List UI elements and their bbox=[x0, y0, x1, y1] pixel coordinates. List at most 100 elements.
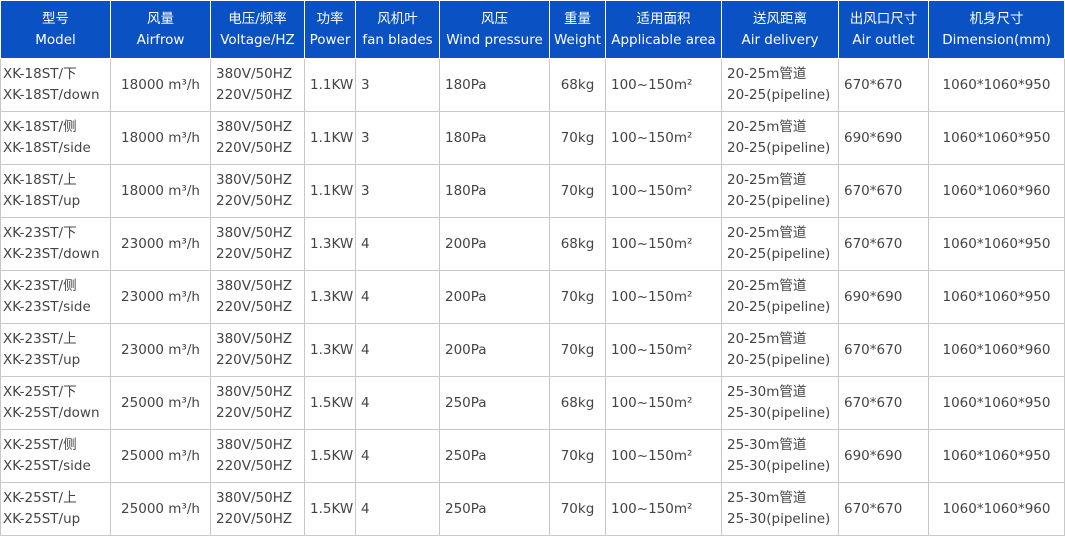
cell-air-outlet: 670*670 bbox=[838, 376, 929, 430]
cell-model-line: XK-23ST/up bbox=[3, 352, 81, 368]
table-row: XK-23ST/上 XK-23ST/up 23000 m³/h 380V/50HZ 22… bbox=[0, 323, 1065, 377]
cell-fan-blades: 4 bbox=[355, 376, 440, 430]
cell-applicable-area: 100~150m² bbox=[605, 482, 722, 536]
cell-air-delivery-line: 20-25m管道 bbox=[727, 331, 807, 347]
cell-wind-pressure: 250Pa bbox=[439, 482, 550, 536]
cell-air-delivery-line: 25-30(pipeline) bbox=[727, 405, 831, 421]
cell-voltage-line: 220V/50HZ bbox=[216, 405, 293, 421]
cell-air-delivery-line: 20-25m管道 bbox=[727, 225, 807, 241]
cell-airflow: 25000 m³/h bbox=[110, 429, 211, 483]
cell-airflow: 25000 m³/h bbox=[110, 482, 211, 536]
cell-power: 1.1KW bbox=[304, 164, 356, 218]
header-fan-blades: 风机叶 fan blades bbox=[355, 0, 440, 59]
table-row: XK-18ST/侧 XK-18ST/side 18000 m³/h 380V/50HZ… bbox=[0, 111, 1065, 165]
cell-dimension: 1060*1060*950 bbox=[928, 111, 1065, 165]
header-wind-pressure: 风压 Wind pressure bbox=[439, 0, 550, 59]
table-body: XK-18ST/下 XK-18ST/down 18000 m³/h 380V/50HZ… bbox=[0, 58, 1065, 536]
cell-model-line: XK-25ST/side bbox=[3, 458, 91, 474]
cell-air-delivery-line: 25-30(pipeline) bbox=[727, 511, 831, 527]
cell-power: 1.3KW bbox=[304, 323, 356, 377]
header-zh: 风量 bbox=[147, 10, 174, 27]
header-zh: 机身尺寸 bbox=[969, 10, 1024, 27]
cell-air-delivery-line: 25-30m管道 bbox=[727, 437, 807, 453]
cell-air-delivery-line: 20-25(pipeline) bbox=[727, 246, 831, 262]
cell-voltage-line: 380V/50HZ bbox=[216, 490, 293, 506]
cell-model: XK-25ST/下 XK-25ST/down bbox=[0, 376, 111, 430]
cell-airflow: 18000 m³/h bbox=[110, 58, 211, 112]
cell-model: XK-25ST/上 XK-25ST/up bbox=[0, 482, 111, 536]
table-row: XK-18ST/上 XK-18ST/up 18000 m³/h 380V/50HZ 22… bbox=[0, 164, 1065, 218]
cell-applicable-area: 100~150m² bbox=[605, 376, 722, 430]
cell-voltage: 380V/50HZ 220V/50HZ bbox=[210, 164, 305, 218]
header-zh: 出风口尺寸 bbox=[849, 10, 918, 27]
cell-air-delivery-line: 20-25(pipeline) bbox=[727, 299, 831, 315]
cell-voltage: 380V/50HZ 220V/50HZ bbox=[210, 270, 305, 324]
cell-applicable-area: 100~150m² bbox=[605, 111, 722, 165]
cell-voltage-line: 220V/50HZ bbox=[216, 140, 293, 156]
cell-air-delivery: 20-25m管道 20-25(pipeline) bbox=[721, 217, 839, 271]
header-zh: 适用面积 bbox=[636, 10, 691, 27]
cell-model-line: XK-23ST/side bbox=[3, 299, 91, 315]
cell-voltage-line: 220V/50HZ bbox=[216, 352, 293, 368]
cell-air-delivery: 25-30m管道 25-30(pipeline) bbox=[721, 376, 839, 430]
cell-weight: 70kg bbox=[549, 270, 606, 324]
cell-applicable-area: 100~150m² bbox=[605, 323, 722, 377]
header-zh: 重量 bbox=[564, 10, 591, 27]
header-zh: 电压/频率 bbox=[228, 10, 287, 27]
cell-weight: 70kg bbox=[549, 482, 606, 536]
cell-model: XK-18ST/下 XK-18ST/down bbox=[0, 58, 111, 112]
cell-wind-pressure: 180Pa bbox=[439, 58, 550, 112]
cell-airflow: 23000 m³/h bbox=[110, 217, 211, 271]
cell-power: 1.5KW bbox=[304, 482, 356, 536]
cell-air-outlet: 670*670 bbox=[838, 323, 929, 377]
cell-model: XK-23ST/下 XK-23ST/down bbox=[0, 217, 111, 271]
header-zh: 功率 bbox=[316, 10, 344, 27]
cell-voltage-line: 220V/50HZ bbox=[216, 193, 293, 209]
cell-air-delivery-line: 20-25(pipeline) bbox=[727, 193, 831, 209]
cell-voltage-line: 220V/50HZ bbox=[216, 246, 293, 262]
cell-model-line: XK-18ST/down bbox=[3, 87, 100, 103]
cell-wind-pressure: 180Pa bbox=[439, 164, 550, 218]
table-row: XK-23ST/下 XK-23ST/down 23000 m³/h 380V/50HZ… bbox=[0, 217, 1065, 271]
cell-voltage-line: 380V/50HZ bbox=[216, 225, 293, 241]
cell-model-line: XK-18ST/side bbox=[3, 140, 91, 156]
cell-air-delivery: 20-25m管道 20-25(pipeline) bbox=[721, 270, 839, 324]
cell-model-line: XK-23ST/侧 bbox=[3, 278, 77, 294]
header-en: Air delivery bbox=[741, 31, 819, 48]
header-en: Applicable area bbox=[611, 31, 716, 48]
cell-air-delivery-line: 20-25m管道 bbox=[727, 172, 807, 188]
cell-applicable-area: 100~150m² bbox=[605, 164, 722, 218]
header-dimension: 机身尺寸 Dimension(mm) bbox=[928, 0, 1065, 59]
cell-weight: 70kg bbox=[549, 323, 606, 377]
cell-fan-blades: 3 bbox=[355, 164, 440, 218]
cell-air-delivery: 20-25m管道 20-25(pipeline) bbox=[721, 323, 839, 377]
cell-model-line: XK-25ST/down bbox=[3, 405, 100, 421]
cell-air-outlet: 670*670 bbox=[838, 217, 929, 271]
header-airflow: 风量 Airfrow bbox=[110, 0, 211, 59]
cell-voltage: 380V/50HZ 220V/50HZ bbox=[210, 429, 305, 483]
cell-airflow: 18000 m³/h bbox=[110, 111, 211, 165]
header-model: 型号 Model bbox=[0, 0, 111, 59]
header-power: 功率 Power bbox=[304, 0, 356, 59]
header-voltage: 电压/频率 Voltage/HZ bbox=[210, 0, 305, 59]
cell-weight: 68kg bbox=[549, 376, 606, 430]
header-row: 型号 Model 风量 Airfrow 电压/频率 Voltage/HZ 功率 Powe… bbox=[0, 0, 1065, 59]
cell-air-outlet: 690*690 bbox=[838, 111, 929, 165]
cell-dimension: 1060*1060*960 bbox=[928, 482, 1065, 536]
cell-voltage-line: 220V/50HZ bbox=[216, 87, 293, 103]
spec-table: 型号 Model 风量 Airfrow 电压/频率 Voltage/HZ 功率 Powe… bbox=[0, 0, 1065, 536]
cell-air-outlet: 670*670 bbox=[838, 164, 929, 218]
cell-dimension: 1060*1060*950 bbox=[928, 270, 1065, 324]
cell-model-line: XK-18ST/下 bbox=[3, 66, 77, 82]
cell-power: 1.3KW bbox=[304, 217, 356, 271]
cell-voltage: 380V/50HZ 220V/50HZ bbox=[210, 111, 305, 165]
table-row: XK-23ST/侧 XK-23ST/side 23000 m³/h 380V/50HZ… bbox=[0, 270, 1065, 324]
cell-fan-blades: 3 bbox=[355, 58, 440, 112]
cell-air-delivery: 25-30m管道 25-30(pipeline) bbox=[721, 429, 839, 483]
cell-air-delivery-line: 25-30m管道 bbox=[727, 490, 807, 506]
cell-model-line: XK-18ST/上 bbox=[3, 172, 77, 188]
cell-dimension: 1060*1060*950 bbox=[928, 376, 1065, 430]
cell-air-delivery-line: 25-30m管道 bbox=[727, 384, 807, 400]
cell-voltage: 380V/50HZ 220V/50HZ bbox=[210, 376, 305, 430]
table-row: XK-25ST/上 XK-25ST/up 25000 m³/h 380V/50HZ 22… bbox=[0, 482, 1065, 536]
